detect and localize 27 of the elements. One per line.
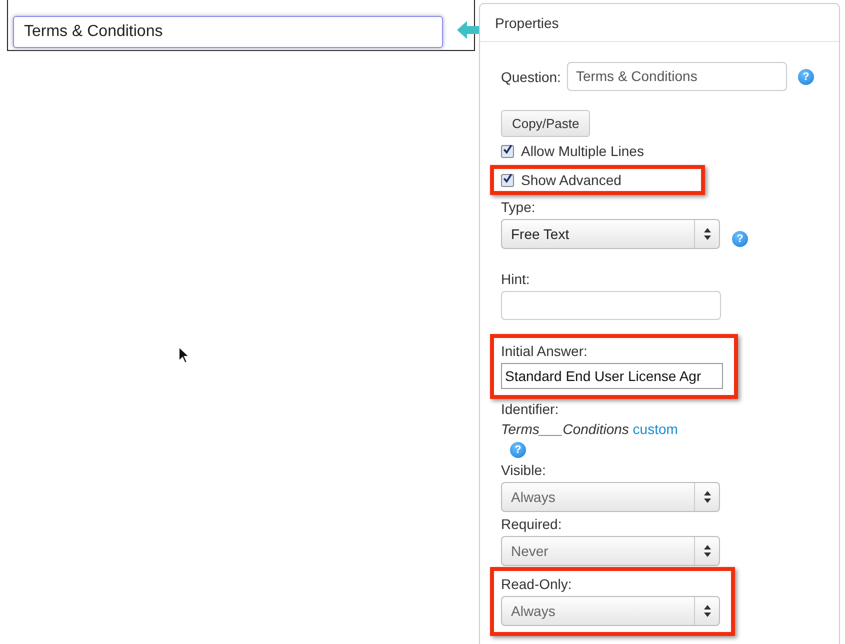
field-label: Required: — [501, 516, 563, 532]
text-field[interactable]: Terms & Conditions — [13, 16, 443, 48]
pointer-arrow-icon — [457, 21, 481, 39]
field-label: Read-Only: — [501, 576, 573, 592]
copy-paste-button[interactable]: Copy/Paste — [501, 110, 590, 137]
field-label: Type: — [501, 199, 536, 215]
text-field[interactable] — [501, 291, 721, 320]
checkbox-label: Allow Multiple Lines — [521, 143, 644, 159]
field-label: Hint: — [501, 271, 531, 287]
mouse-cursor-icon — [178, 346, 190, 364]
question-field[interactable]: Terms & Conditions — [566, 62, 787, 91]
checkbox[interactable] — [501, 144, 514, 158]
field-label: Question: — [501, 68, 561, 84]
field-label: Identifier: — [501, 401, 560, 417]
panel-title: Properties — [480, 4, 839, 42]
identifier-value: Terms___Conditions — [501, 421, 629, 437]
text-field[interactable]: Standard End User License Agr — [501, 363, 723, 389]
checkbox-label: Show Advanced — [521, 172, 622, 188]
up-down-caret-icon — [704, 605, 710, 617]
up-down-caret-icon — [704, 545, 710, 557]
dropdown-select[interactable]: Free Text — [501, 219, 720, 249]
up-down-caret-icon — [704, 491, 710, 503]
field-label: Visible: — [501, 462, 547, 478]
custom-link[interactable]: custom — [632, 421, 678, 437]
checkbox[interactable] — [501, 174, 514, 186]
up-down-caret-icon — [704, 228, 710, 240]
field-label: Initial Answer: — [501, 343, 588, 359]
